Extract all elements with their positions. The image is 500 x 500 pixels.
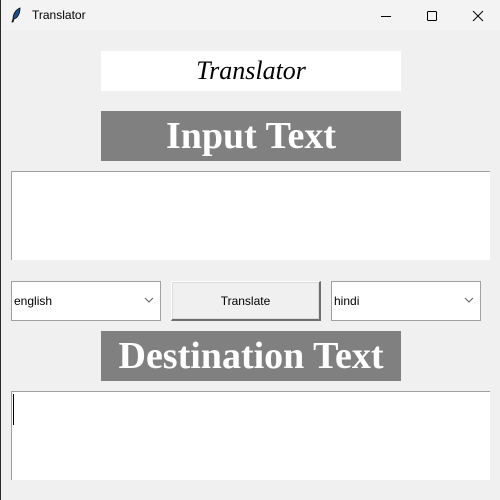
close-icon [472, 10, 484, 21]
maximize-button[interactable] [409, 0, 455, 31]
window-frame [0, 0, 1, 500]
close-button[interactable] [455, 0, 500, 31]
chevron-down-icon [144, 297, 154, 303]
chevron-down-icon [464, 297, 474, 303]
destination-text-label: Destination Text [101, 331, 401, 381]
maximize-icon [427, 10, 437, 21]
input-text-label: Input Text [101, 111, 401, 161]
source-language-select[interactable]: english [11, 281, 161, 321]
feather-icon [10, 7, 22, 23]
app-heading: Translator [101, 51, 401, 91]
target-language-value: hindi [334, 294, 360, 308]
source-language-value: english [14, 294, 53, 308]
minimize-button[interactable] [363, 0, 409, 31]
target-language-select[interactable]: hindi [331, 281, 481, 321]
translate-button[interactable]: Translate [171, 281, 321, 321]
destination-text-area[interactable] [11, 391, 490, 480]
window-title: Translator [32, 8, 86, 22]
input-text-area[interactable] [11, 171, 490, 260]
title-bar[interactable]: Translator [1, 0, 500, 31]
minimize-icon [381, 15, 391, 17]
text-cursor [13, 394, 14, 425]
